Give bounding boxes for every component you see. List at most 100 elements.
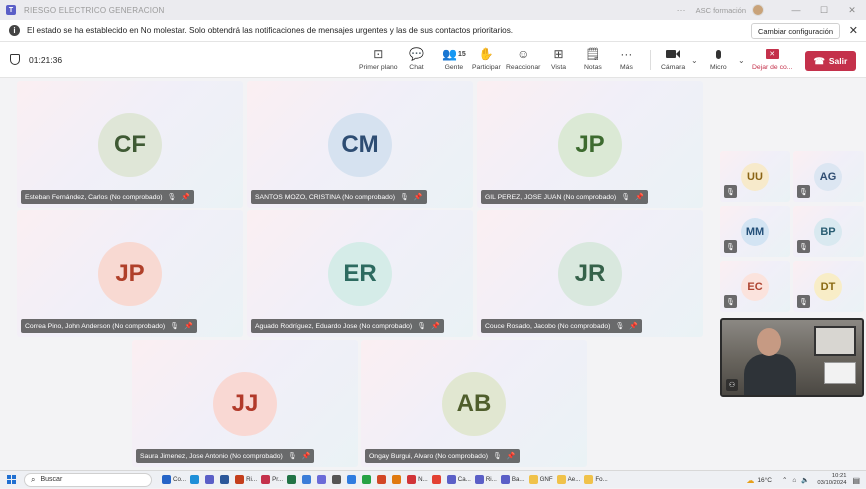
taskbar-app[interactable] (302, 473, 313, 487)
participant-tile[interactable]: AB Ongay Burgui, Alvaro (No comprobado) 🎙… (361, 340, 587, 467)
taskbar-app[interactable]: N... (407, 473, 428, 487)
taskbar-app[interactable] (431, 473, 443, 487)
title-bar: T RIESGO ELECTRICO GENERACION ··· ASC fo… (0, 0, 866, 20)
small-participant-tile[interactable]: UU 🎙 (720, 151, 790, 202)
camera-options-chevron-icon[interactable]: ⌄ (691, 56, 698, 65)
pin-icon: 📌 (506, 453, 516, 460)
tray-chevron-icon[interactable]: ⌃ (782, 476, 787, 484)
self-mic-icon: ⚇ (726, 379, 738, 391)
react-button[interactable]: ☺ Reaccionar (506, 46, 540, 76)
close-banner-icon[interactable]: ✕ (849, 24, 858, 37)
timer-text: 01:21:36 (29, 54, 63, 65)
taskbar-app[interactable] (332, 473, 343, 487)
leave-button[interactable]: ☎ Salir (805, 51, 856, 71)
grid-icon: ⊞ (553, 47, 564, 61)
taskbar-app[interactable] (317, 473, 328, 487)
window-title: RIESGO ELECTRICO GENERACION (24, 5, 165, 15)
maximize-button[interactable]: ☐ (810, 5, 838, 16)
small-participant-tile[interactable]: MM 🎙 (720, 206, 790, 257)
taskbar-app-label: Ae... (567, 476, 581, 483)
participant-tile[interactable]: ER Aguado Rodríguez, Eduardo Jose (No co… (247, 210, 473, 337)
small-participant-tile[interactable]: AG 🎙 (793, 151, 864, 202)
taskbar-app[interactable]: Ri... (235, 473, 257, 487)
more-button[interactable]: ··· Más (620, 46, 633, 76)
participant-tile[interactable]: JP GIL PEREZ, JOSE JUAN (No comprobado) 🎙… (477, 81, 703, 208)
raise-hand-button[interactable]: ✋ Participar (472, 46, 501, 76)
taskbar-app[interactable]: Fo... (584, 473, 608, 487)
app-icon (190, 475, 200, 484)
pin-icon: 📌 (635, 194, 644, 201)
notifications-icon[interactable]: ▤ (852, 476, 860, 485)
people-button[interactable]: 👥 15 Gente (442, 46, 466, 76)
weather-temp[interactable]: 16°C (757, 477, 772, 484)
taskbar-app[interactable]: Co... (162, 473, 186, 487)
raise-hand-label: Participar (472, 64, 501, 71)
video-stage: CF Esteban Fernández, Carlos (No comprob… (0, 78, 866, 470)
video-window-shape (814, 326, 856, 356)
app-icon (347, 475, 357, 484)
taskbar-app[interactable]: Ri... (474, 473, 497, 487)
taskbar-app[interactable]: Pr... (261, 473, 283, 487)
clock[interactable]: 10:21 03/10/2024 (817, 473, 846, 487)
participant-tile[interactable]: JP Correa Pino, John Anderson (No compro… (17, 210, 243, 337)
user-avatar[interactable] (752, 4, 764, 16)
react-label: Reaccionar (506, 64, 541, 71)
tray-volume-icon[interactable]: 🔈 (801, 476, 809, 484)
close-window-button[interactable]: ✕ (838, 5, 866, 16)
taskbar-app[interactable] (205, 473, 216, 487)
taskbar-app[interactable] (377, 473, 388, 487)
app-icon (287, 475, 297, 484)
avatar: AB (442, 372, 506, 436)
taskbar-app[interactable]: Ca... (446, 473, 471, 487)
app-icon (556, 475, 566, 484)
teams-logo-icon: T (6, 5, 16, 15)
muted-mic-icon: 🎙 (417, 323, 427, 330)
taskbar-app[interactable] (287, 473, 298, 487)
app-icon (377, 475, 387, 484)
app-icon (446, 475, 456, 484)
windows-start-icon[interactable] (7, 475, 16, 484)
view-button[interactable]: ⊞ Vista (551, 46, 566, 76)
participant-tile[interactable]: CM SANTOS MOZO, CRISTINA (No comprobado)… (247, 81, 473, 208)
taskbar-app[interactable]: GNF (528, 473, 553, 487)
stop-sharing-button[interactable]: ✕ Dejar de co... (752, 46, 792, 76)
taskbar-app-label: Co... (173, 476, 187, 483)
taskbar-app[interactable] (190, 473, 201, 487)
minimize-button[interactable]: — (782, 5, 810, 15)
avatar: EC (741, 273, 769, 301)
mic-button[interactable]: Micro (710, 46, 727, 76)
participant-tile[interactable]: CF Esteban Fernández, Carlos (No comprob… (17, 81, 243, 208)
small-participant-tile[interactable]: DT 🎙 (793, 261, 864, 312)
organization-name[interactable]: ASC formación (696, 6, 746, 15)
weather-icon[interactable]: ☁ (746, 476, 754, 485)
spotlight-button[interactable]: ⊡ Primer plano (359, 46, 398, 76)
taskbar-app-label: Pr... (272, 476, 284, 483)
meeting-timer: 01:21:36 (10, 54, 62, 65)
mic-options-chevron-icon[interactable]: ⌄ (738, 56, 745, 65)
participant-tile[interactable]: JR Couce Rosado, Jacobo (No comprobado) 🎙… (477, 210, 703, 337)
taskbar-apps: Co... Ri... Pr... N... Ca... Ri... Ba... GNF Ae.… (158, 473, 608, 487)
tray-network-icon[interactable]: ⌂ (792, 477, 796, 484)
small-participant-tile[interactable]: BP 🎙 (793, 206, 864, 257)
taskbar-app[interactable]: Ae... (556, 473, 581, 487)
avatar: CF (98, 113, 162, 177)
more-options-icon[interactable]: ··· (677, 5, 686, 15)
muted-mic-icon: 🎙 (797, 295, 810, 308)
emoji-icon: ☺ (517, 47, 530, 61)
taskbar-app[interactable] (392, 473, 403, 487)
taskbar-app[interactable] (220, 473, 231, 487)
taskbar-app-label: Ba... (511, 476, 525, 483)
taskbar-app[interactable] (362, 473, 373, 487)
taskbar-search[interactable]: ⌕ Buscar (24, 472, 152, 487)
self-video-tile[interactable]: ⚇ (720, 318, 864, 397)
small-participant-tile[interactable]: EC 🎙 (720, 261, 790, 312)
participant-tile[interactable]: JJ Saura Jimenez, Jose Antonio (No compr… (132, 340, 358, 467)
taskbar-app[interactable] (347, 473, 358, 487)
change-settings-button[interactable]: Cambiar configuración (750, 23, 840, 39)
app-icon (205, 475, 215, 484)
taskbar-app[interactable]: Ba... (500, 473, 525, 487)
chat-button[interactable]: 💬 Chat (409, 46, 424, 76)
camera-button[interactable]: Cámara (661, 46, 685, 76)
view-label: Vista (551, 64, 566, 71)
notes-button[interactable]: 🗒 Notas (584, 46, 602, 76)
